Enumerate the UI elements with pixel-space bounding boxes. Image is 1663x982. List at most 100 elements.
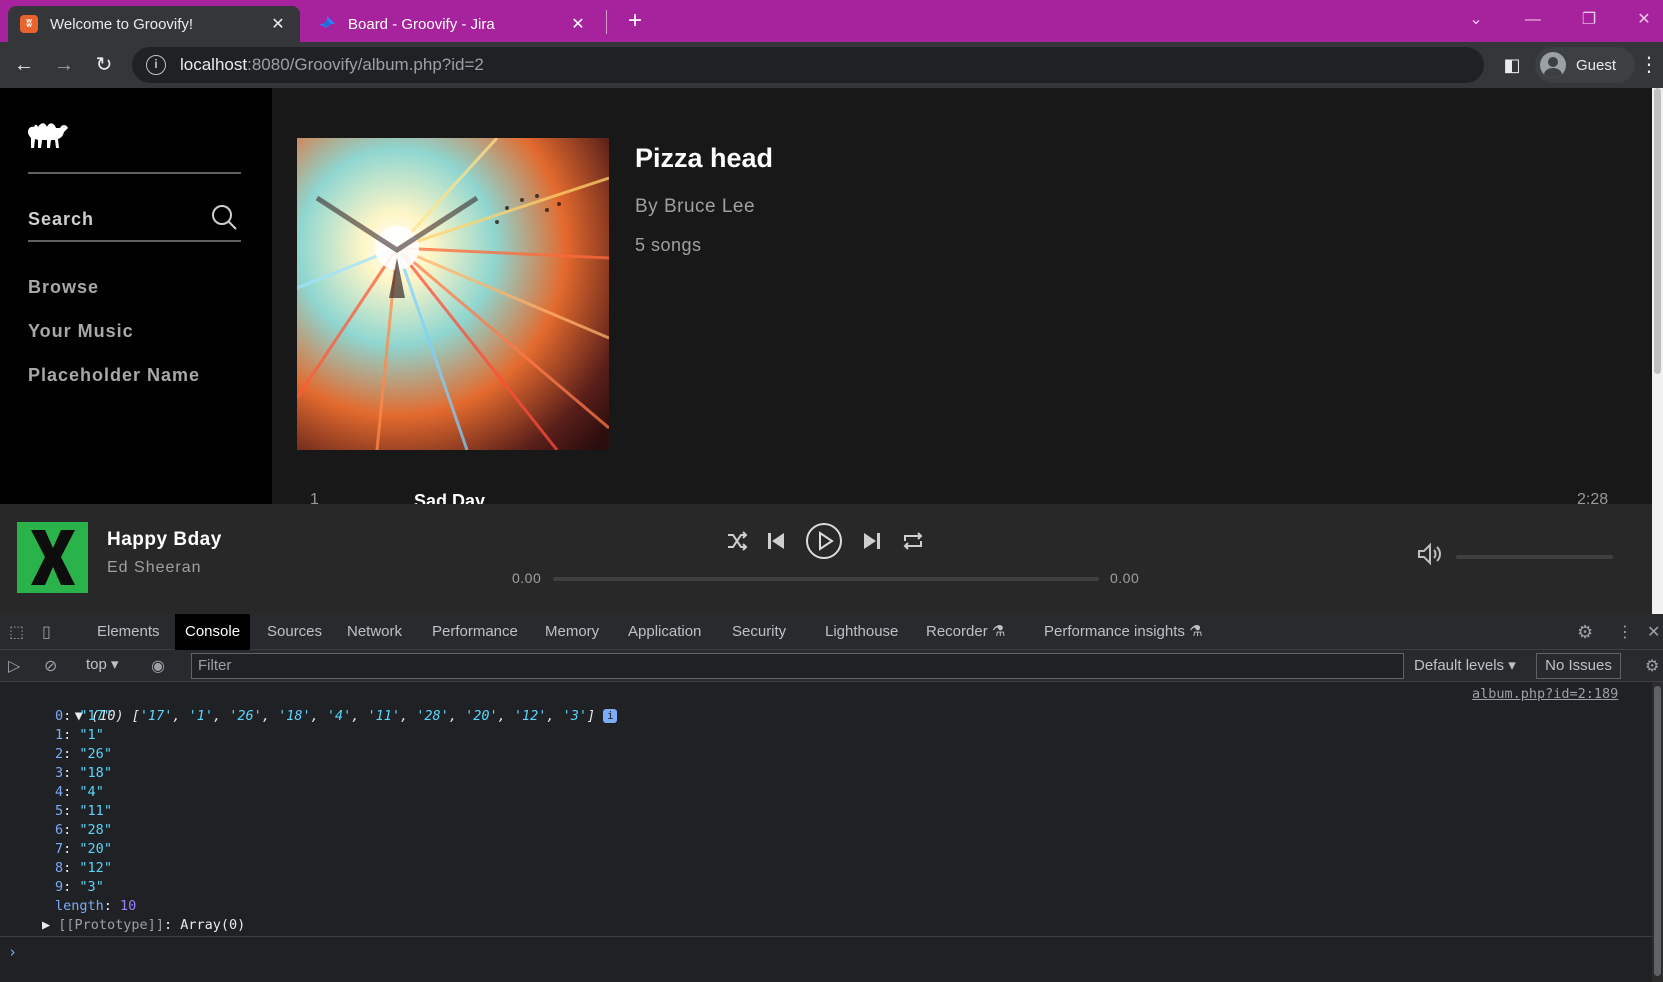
now-playing-artwork — [17, 522, 88, 593]
play-button[interactable] — [805, 522, 843, 565]
tab-groovify[interactable]: ʬ Welcome to Groovify! ✕ — [8, 6, 300, 42]
sidebar-item-browse[interactable]: Browse — [28, 277, 99, 298]
minimize-icon[interactable]: — — [1513, 6, 1553, 34]
volume-icon[interactable] — [1416, 542, 1442, 571]
next-icon[interactable] — [862, 530, 882, 557]
tab-network[interactable]: Network — [337, 614, 412, 650]
browser-toolbar: ← → ↻ i localhost:8080/Groovify/album.ph… — [0, 42, 1663, 88]
log-levels-dropdown[interactable]: Default levels ▾ — [1414, 656, 1516, 674]
volume-slider[interactable] — [1456, 555, 1613, 559]
xampp-favicon-icon: ʬ — [20, 15, 38, 33]
scrollbar-thumb[interactable] — [1654, 88, 1661, 374]
tab-security[interactable]: Security — [722, 614, 796, 650]
experiment-flask-icon: ⚗ — [991, 623, 1006, 640]
expand-triangle-icon[interactable]: ▶ — [42, 917, 50, 933]
url-text: localhost:8080/Groovify/album.php?id=2 — [180, 55, 484, 75]
site-info-icon[interactable]: i — [146, 55, 166, 75]
back-arrow-icon[interactable]: ← — [10, 51, 38, 79]
inspect-element-icon[interactable]: ⬚ — [9, 622, 24, 642]
array-entry: 4: "4" — [55, 784, 104, 800]
scrollbar-thumb[interactable] — [1654, 686, 1661, 976]
array-entry: 7: "20" — [55, 841, 112, 857]
console-prompt[interactable]: › — [0, 936, 1652, 966]
progress-bar[interactable] — [553, 577, 1099, 581]
web-page: Search Browse Your Music Placeholder Nam… — [0, 88, 1663, 614]
console-settings-icon[interactable]: ⚙ — [1645, 656, 1659, 676]
console-filter-input[interactable]: Filter — [191, 653, 1404, 679]
array-length: length: 10 — [55, 898, 137, 914]
album-title: Pizza head — [635, 143, 774, 173]
tab-lighthouse[interactable]: Lighthouse — [815, 614, 908, 650]
array-entry: 2: "26" — [55, 746, 112, 762]
side-panel-icon[interactable]: ◧ — [1498, 51, 1526, 79]
reload-icon[interactable]: ↻ — [90, 51, 118, 79]
search-icon[interactable] — [211, 204, 237, 235]
forward-arrow-icon[interactable]: → — [50, 51, 78, 79]
console-source-link[interactable]: album.php?id=2:189 — [1472, 686, 1618, 702]
console-output: ▼ (10) ['17', '1', '26', '18', '4', '11'… — [0, 682, 1652, 982]
shuffle-icon[interactable] — [726, 530, 748, 557]
tab-console[interactable]: Console — [175, 614, 251, 650]
album-artist[interactable]: By Bruce Lee — [635, 196, 755, 218]
settings-gear-icon[interactable]: ⚙ — [1577, 622, 1593, 643]
profile-label: Guest — [1576, 56, 1617, 74]
camel-logo-icon[interactable] — [26, 118, 70, 163]
tab-search-icon[interactable]: ⌄ — [1456, 6, 1496, 34]
url-host: localhost — [180, 55, 248, 74]
sidebar-toggle-icon[interactable]: ▷ — [8, 656, 20, 676]
tab-title: Board - Groovify - Jira — [348, 15, 495, 33]
array-entry: 3: "18" — [55, 765, 112, 781]
previous-icon[interactable] — [766, 530, 786, 557]
divider — [28, 172, 241, 174]
kebab-menu-icon[interactable]: ⋮ — [1635, 51, 1663, 79]
tab-performance[interactable]: Performance — [422, 614, 528, 650]
close-devtools-icon[interactable]: ✕ — [1647, 622, 1660, 642]
repeat-icon[interactable] — [902, 530, 924, 557]
console-log-entry[interactable]: ▼ (10) ['17', '1', '26', '18', '4', '11'… — [26, 686, 618, 724]
devtools-menu-icon[interactable]: ⋮ — [1617, 622, 1633, 642]
clear-console-icon[interactable]: ⊘ — [44, 656, 57, 676]
tab-jira[interactable]: Board - Groovify - Jira ✕ — [306, 6, 600, 42]
info-badge-icon[interactable]: i — [603, 709, 618, 723]
live-expression-eye-icon[interactable]: ◉ — [151, 656, 165, 676]
browser-tab-strip: ʬ Welcome to Groovify! ✕ Board - Groovif… — [0, 0, 1663, 42]
tab-application[interactable]: Application — [618, 614, 711, 650]
array-entry: 9: "3" — [55, 879, 104, 895]
tab-performance-insights[interactable]: Performance insights ⚗ — [1034, 614, 1213, 650]
divider — [28, 240, 241, 242]
tab-performance-insights-label: Performance insights — [1044, 623, 1185, 640]
close-window-icon[interactable]: ✕ — [1624, 6, 1663, 34]
close-tab-icon[interactable]: ✕ — [268, 14, 288, 34]
album-song-count: 5 songs — [635, 235, 702, 255]
sidebar-item-your-music[interactable]: Your Music — [28, 321, 134, 342]
sidebar-item-placeholder-name[interactable]: Placeholder Name — [28, 365, 200, 386]
tab-elements[interactable]: Elements — [87, 614, 170, 650]
tab-recorder[interactable]: Recorder ⚗ — [916, 614, 1015, 650]
tab-memory[interactable]: Memory — [535, 614, 609, 650]
context-select[interactable]: top ▾ — [86, 655, 119, 673]
array-entry: 5: "11" — [55, 803, 112, 819]
profile-button[interactable]: Guest — [1535, 47, 1635, 83]
jira-favicon-icon — [318, 15, 336, 33]
experiment-flask-icon: ⚗ — [1189, 623, 1203, 640]
now-playing-title: Happy Bday — [107, 529, 222, 550]
console-scrollbar[interactable] — [1652, 682, 1663, 982]
array-entry: 8: "12" — [55, 860, 112, 876]
tab-sources[interactable]: Sources — [257, 614, 332, 650]
close-tab-icon[interactable]: ✕ — [568, 14, 588, 34]
now-playing-bar: Happy Bday Ed Sheeran 0.00 0.00 — [0, 504, 1652, 614]
array-entry: 0: "17" — [55, 708, 112, 724]
array-entry: 1: "1" — [55, 727, 104, 743]
array-entry: 6: "28" — [55, 822, 112, 838]
time-current: 0.00 — [512, 570, 542, 586]
array-prototype[interactable]: ▶ [[Prototype]]: Array(0) — [42, 915, 245, 935]
page-scrollbar[interactable] — [1652, 88, 1663, 614]
issues-button[interactable]: No Issues — [1536, 653, 1621, 679]
new-tab-button[interactable]: + — [620, 6, 650, 36]
restore-icon[interactable]: ❐ — [1569, 6, 1609, 34]
devtools-panel: ⬚ ▯ Elements Console Sources Network Per… — [0, 614, 1663, 982]
now-playing-artist: Ed Sheeran — [107, 559, 202, 576]
device-toolbar-icon[interactable]: ▯ — [42, 622, 51, 642]
address-bar[interactable]: i localhost:8080/Groovify/album.php?id=2 — [132, 47, 1484, 83]
sidebar-search-link[interactable]: Search — [28, 209, 94, 230]
